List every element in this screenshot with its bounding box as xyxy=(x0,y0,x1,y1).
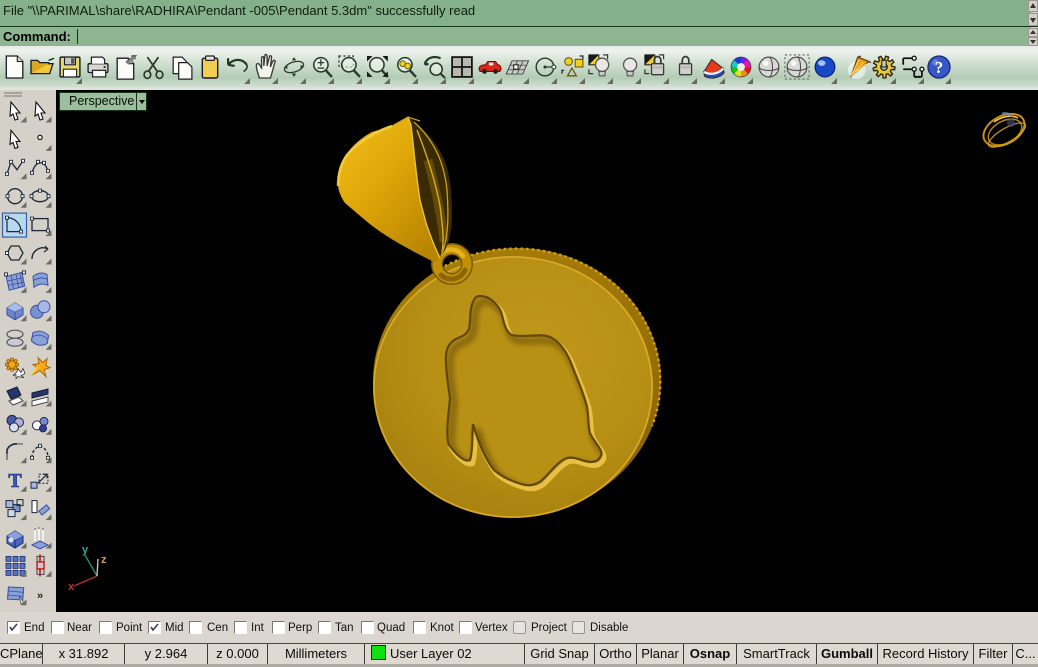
svg-text:»: » xyxy=(37,590,43,602)
svg-text:x: x xyxy=(68,581,75,593)
svg-text:y: y xyxy=(82,544,89,556)
svg-text:T: T xyxy=(8,470,22,492)
svg-text:z: z xyxy=(101,554,107,566)
svg-text:?: ? xyxy=(935,58,943,77)
